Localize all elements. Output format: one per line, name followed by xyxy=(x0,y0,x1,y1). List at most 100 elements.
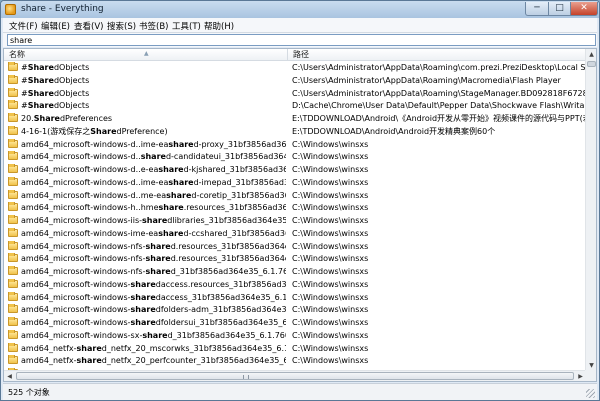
row-name-match: share xyxy=(158,165,184,174)
menu-help[interactable]: 帮助(H) xyxy=(204,20,234,32)
column-header-name[interactable]: 名称 ▲ xyxy=(4,49,288,61)
row-name-cell: #SharedObjects xyxy=(8,100,286,113)
table-row[interactable]: amd64_microsoft-windows-nfs-shared.resou… xyxy=(4,253,586,266)
folder-icon xyxy=(8,74,18,84)
table-row[interactable]: amd64_microsoft-windows-nfs-shared.resou… xyxy=(4,240,586,254)
folder-icon xyxy=(8,278,18,288)
table-row[interactable]: amd64_microsoft-windows-ime-eashared-ccs… xyxy=(4,227,586,241)
table-row[interactable]: amd64_microsoft-windows-d..ime-eashared-… xyxy=(4,138,586,152)
row-name-match: share xyxy=(166,190,192,200)
table-row[interactable]: #SharedObjects D:\Cache\Chrome\User Data\… xyxy=(4,100,586,113)
sort-ascending-icon: ▲ xyxy=(144,50,149,57)
table-row[interactable]: amd64_microsoft-windows-sharedaccess.res… xyxy=(4,278,586,292)
folder-icon xyxy=(8,202,18,212)
row-name-prefix: amd64_microsoft-windows-h..hme xyxy=(21,203,159,213)
row-name-suffix: dfolders-adm_31bf3856ad364e35_6.1.76... xyxy=(155,305,286,315)
row-name-suffix: d_netfx_20_mscorwks_31bf3856ad364e35_6.1… xyxy=(101,343,286,353)
table-row[interactable]: amd64_microsoft-windows-d..ime-eashared-… xyxy=(4,176,586,190)
row-name-suffix: d_netfx_20_perfcounter_31bf3856ad364e35_… xyxy=(101,356,286,366)
row-path-cell: C:\Windows\winsxs xyxy=(292,177,369,187)
row-name-match: share xyxy=(158,203,184,213)
maximize-button[interactable]: □ xyxy=(549,2,571,16)
row-name-cell: amd64_microsoft-windows-d..shared-candid… xyxy=(8,151,286,164)
menu-tools[interactable]: 工具(T) xyxy=(172,20,201,32)
minimize-button[interactable]: ─ xyxy=(525,2,549,16)
row-name-match: share xyxy=(158,228,184,238)
row-path-cell: C:\Windows\winsxs xyxy=(292,330,369,340)
table-row[interactable]: amd64_microsoft-windows-iis-sharedlibrar… xyxy=(4,215,586,228)
column-header-path[interactable]: 路径 xyxy=(288,49,586,61)
resize-grip-icon[interactable] xyxy=(586,389,595,398)
horizontal-scrollbar[interactable]: ◀ ▶ xyxy=(4,370,586,381)
table-row[interactable]: amd64_microsoft-windows-nfs-shared_31bf3… xyxy=(4,266,586,279)
table-row[interactable]: #SharedObjects C:\Users\Administrator\App… xyxy=(4,87,586,101)
row-name-cell: #SharedObjects xyxy=(8,74,286,88)
row-path-cell: C:\Windows\winsxs xyxy=(292,343,369,353)
row-name-prefix: amd64_microsoft-windows-ime-ea xyxy=(21,228,159,238)
row-path-cell: C:\Windows\winsxs xyxy=(292,203,369,213)
row-path-cell: C:\Windows\winsxs xyxy=(292,254,369,264)
row-name-match: share xyxy=(130,305,156,315)
row-name-cell: amd64_microsoft-windows-sharedaccess_31b… xyxy=(8,291,286,305)
scroll-up-icon[interactable]: ▲ xyxy=(586,49,596,60)
folder-icon xyxy=(8,189,18,199)
table-row[interactable]: #SharedObjects C:\Users\Administrator\App… xyxy=(4,74,586,88)
row-name-suffix: d.resources_31bf3856ad364e35_6.1.760... xyxy=(170,241,286,251)
row-name-match: share xyxy=(130,279,156,289)
row-name-match: share xyxy=(140,152,166,162)
menu-search[interactable]: 搜索(S) xyxy=(107,20,136,32)
row-name-prefix: amd64_microsoft-windows-sx- xyxy=(21,330,143,340)
search-bar xyxy=(3,33,597,47)
table-row[interactable]: amd64_microsoft-windows-d..e-eashared-kj… xyxy=(4,164,586,177)
row-name-suffix: dObjects xyxy=(53,75,90,85)
row-name-match: share xyxy=(145,254,171,264)
vertical-scroll-thumb[interactable] xyxy=(587,61,596,67)
row-name-match: share xyxy=(142,330,168,340)
row-name-match: Share xyxy=(27,75,54,85)
row-name-match: share xyxy=(130,292,156,302)
horizontal-scroll-thumb[interactable] xyxy=(16,372,574,380)
search-input[interactable] xyxy=(7,34,596,46)
scroll-left-icon[interactable]: ◀ xyxy=(4,371,15,381)
row-name-prefix: amd64_microsoft-windows- xyxy=(21,305,131,315)
table-row[interactable]: amd64_microsoft-windows-sharedfoldersui_… xyxy=(4,317,586,330)
row-path-cell: C:\Windows\winsxs xyxy=(292,139,369,149)
table-row[interactable]: #SharedObjects C:\Users\Administrator\App… xyxy=(4,62,586,75)
row-name-cell: amd64_netfx-shared_netfx_20_mscorwks_31b… xyxy=(8,342,286,356)
table-row[interactable]: 20.SharedPreferences E:\TDDOWNLOAD\Androi… xyxy=(4,113,586,126)
table-row[interactable]: amd64_netfx-shared_netfx_20_perfcounter_… xyxy=(4,355,586,368)
menu-edit[interactable]: 编辑(E) xyxy=(41,20,70,32)
row-name-prefix: amd64_microsoft-windows-iis- xyxy=(21,216,143,225)
row-name-cell: amd64_microsoft-windows-nfs-shared.resou… xyxy=(8,253,286,266)
row-name-prefix: amd64_microsoft-windows-nfs- xyxy=(21,254,146,264)
table-row[interactable]: 4-16-1(游戏保存之SharedPreference) E:\TDDOWNLO… xyxy=(4,125,586,139)
row-name-match: Share xyxy=(27,63,54,72)
row-name-prefix: amd64_microsoft-windows- xyxy=(21,292,131,302)
vertical-scrollbar[interactable]: ▲ ▼ xyxy=(585,49,596,371)
menu-file[interactable]: 文件(F) xyxy=(9,20,38,32)
table-row[interactable]: amd64_microsoft-windows-d..me-eashared-c… xyxy=(4,189,586,203)
menu-bookmarks[interactable]: 书签(B) xyxy=(139,20,168,32)
row-name-cell: 20.SharedPreferences xyxy=(8,113,286,126)
row-name-prefix: # xyxy=(21,63,28,72)
table-row[interactable]: amd64_microsoft-windows-h..hmeshare.reso… xyxy=(4,202,586,215)
row-name-suffix: dObjects xyxy=(53,88,90,98)
table-row[interactable]: amd64_microsoft-windows-d..shared-candid… xyxy=(4,151,586,164)
row-name-prefix: amd64_microsoft-windows-d..ime-ea xyxy=(21,177,169,187)
everything-app-icon xyxy=(5,4,16,15)
row-name-suffix: dPreferences xyxy=(59,114,113,123)
table-row[interactable]: amd64_microsoft-windows-sharedaccess_31b… xyxy=(4,291,586,305)
row-name-cell: #SharedObjects xyxy=(8,62,286,75)
table-row[interactable]: amd64_netfx-shared_netfx_20_mscorwks_31b… xyxy=(4,342,586,356)
close-button[interactable]: ✕ xyxy=(571,2,598,16)
row-name-match: Share xyxy=(27,88,54,98)
table-row[interactable]: amd64_microsoft-windows-sharedfolders-ad… xyxy=(4,304,586,317)
row-name-prefix: amd64_microsoft-windows-d..e-ea xyxy=(21,165,159,174)
row-name-prefix: amd64_microsoft-windows-d.. xyxy=(21,152,141,162)
row-name-match: Share xyxy=(90,126,117,136)
row-name-prefix: 4-16-1(游戏保存之 xyxy=(21,126,91,136)
title-bar[interactable]: share - Everything ─ □ ✕ xyxy=(1,1,599,18)
menu-view[interactable]: 查看(V) xyxy=(74,20,103,32)
status-bar: 525 个对象 xyxy=(3,383,597,400)
table-row[interactable]: amd64_microsoft-windows-sx-shared_31bf38… xyxy=(4,329,586,343)
